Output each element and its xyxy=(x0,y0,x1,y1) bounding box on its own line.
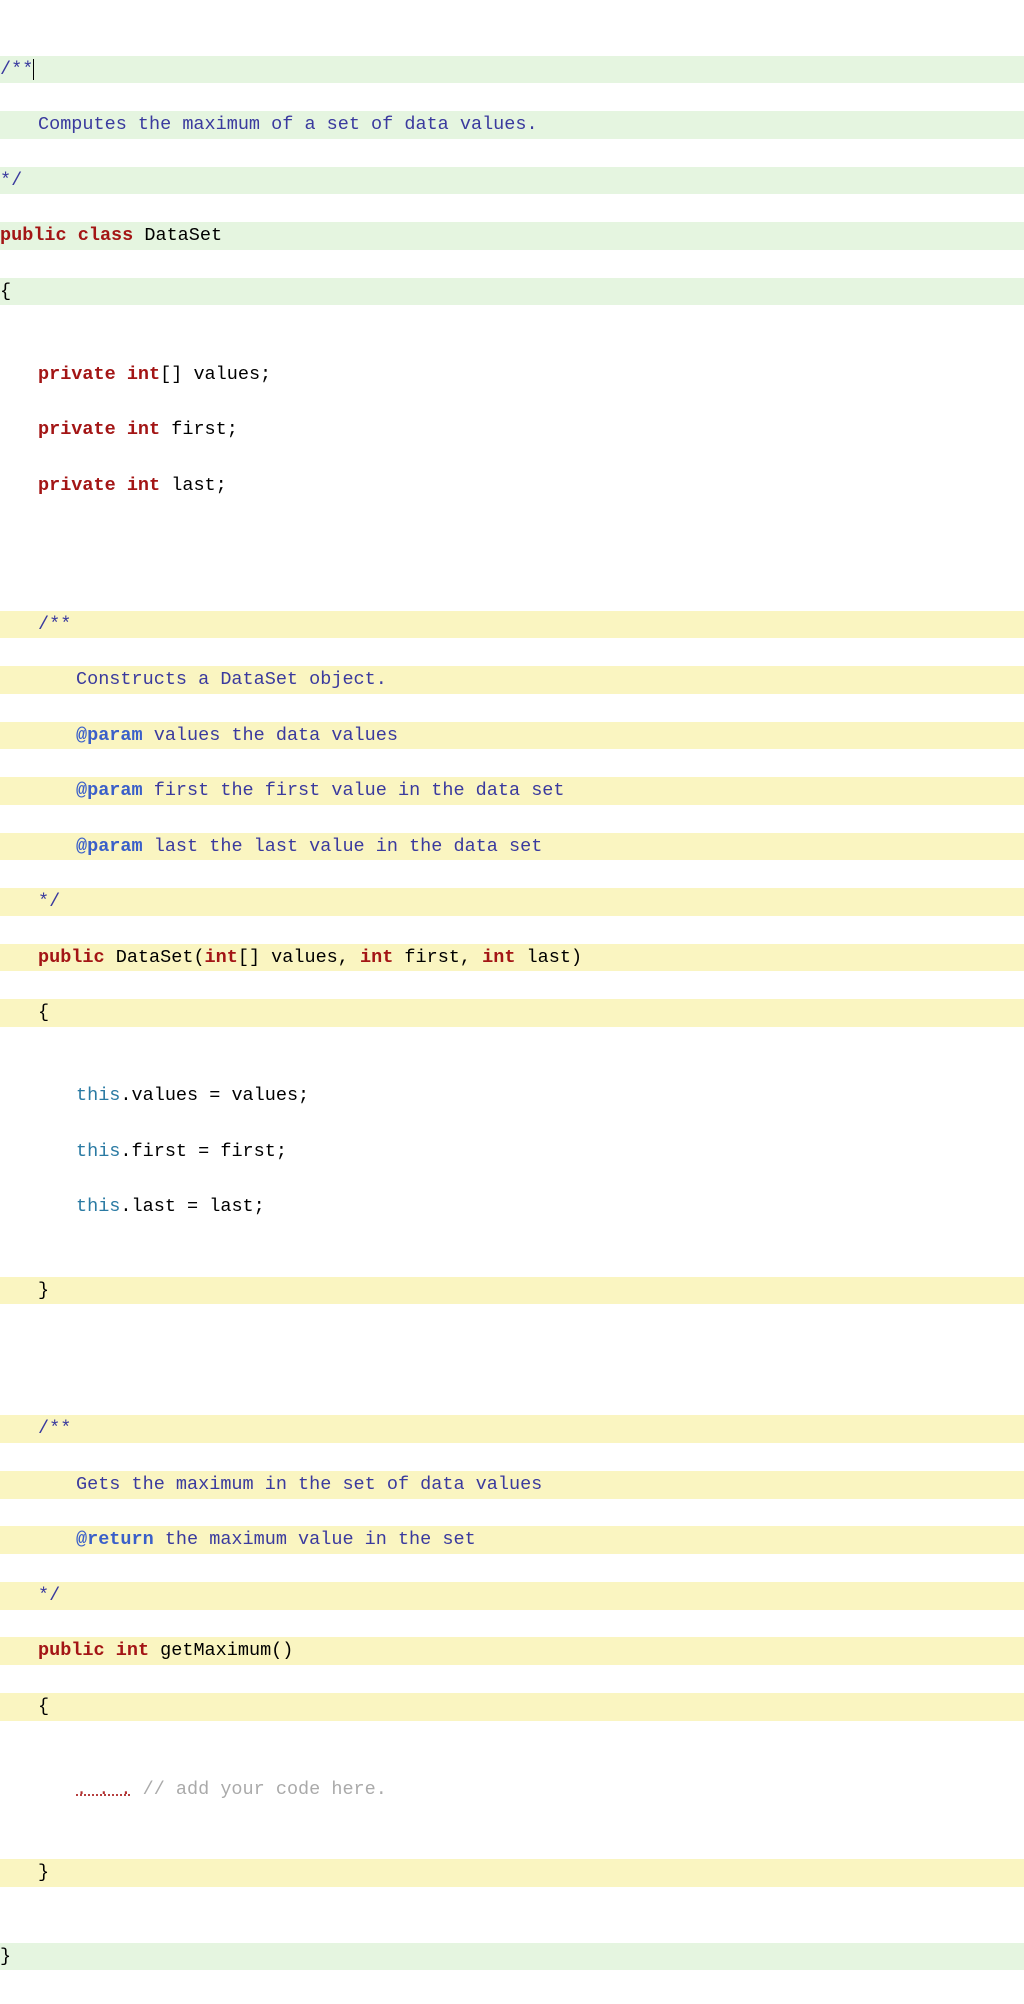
keyword-this: this xyxy=(76,1085,120,1106)
code-line: private int[] values; xyxy=(0,361,1024,389)
javadoc-text: values the data values xyxy=(143,725,398,746)
code-line: { xyxy=(0,1693,1024,1721)
javadoc-text: last the last value in the data set xyxy=(143,836,543,857)
code-line: public class DataSet xyxy=(0,222,1024,250)
javadoc-tag-return: @return xyxy=(76,1529,154,1550)
type-int: int xyxy=(127,419,160,440)
javadoc-tag-param: @param xyxy=(76,836,143,857)
brace-open: { xyxy=(38,1002,49,1023)
assignment: .values = values; xyxy=(120,1085,309,1106)
code-line: /** xyxy=(0,1415,1024,1443)
placeholder-comment: // add your code here. xyxy=(132,1779,387,1800)
code-line: /** xyxy=(0,611,1024,639)
text-cursor xyxy=(33,59,34,80)
placeholder-dots[interactable]: . . . xyxy=(76,1779,132,1800)
code-line: @return the maximum value in the set xyxy=(0,1526,1024,1554)
code-line: @param first the first value in the data… xyxy=(0,777,1024,805)
javadoc-close: */ xyxy=(0,170,22,191)
brace-close: } xyxy=(38,1862,49,1883)
javadoc-open: /** xyxy=(0,59,33,80)
javadoc-tag-param: @param xyxy=(76,780,143,801)
type-int: int xyxy=(116,1640,149,1661)
javadoc-text: the maximum value in the set xyxy=(154,1529,476,1550)
constructor-name: DataSet( xyxy=(105,947,205,968)
keyword-public: public xyxy=(38,1640,105,1661)
code-line: Computes the maximum of a set of data va… xyxy=(0,111,1024,139)
code-line: } xyxy=(0,1277,1024,1305)
blank-line xyxy=(0,527,1024,555)
type-int: int xyxy=(360,947,393,968)
method-name: getMaximum() xyxy=(149,1640,293,1661)
code-line: this.first = first; xyxy=(0,1138,1024,1166)
code-editor: /** Computes the maximum of a set of dat… xyxy=(0,0,1024,2004)
code-line: */ xyxy=(0,1582,1024,1610)
type-int: int xyxy=(127,364,160,385)
javadoc-text: Constructs a DataSet object. xyxy=(76,669,387,690)
javadoc-close: */ xyxy=(38,1585,60,1606)
field-decl: last; xyxy=(160,475,227,496)
brace-open: { xyxy=(0,281,11,302)
keyword-private: private xyxy=(38,419,116,440)
type-int: int xyxy=(205,947,238,968)
keyword-public: public xyxy=(38,947,105,968)
javadoc-text: Computes the maximum of a set of data va… xyxy=(38,114,538,135)
code-line: public DataSet(int[] values, int first, … xyxy=(0,944,1024,972)
code-line: this.last = last; xyxy=(0,1193,1024,1221)
type-int: int xyxy=(482,947,515,968)
javadoc-open: /** xyxy=(38,1418,71,1439)
javadoc-text: Gets the maximum in the set of data valu… xyxy=(76,1474,542,1495)
keyword-private: private xyxy=(38,364,116,385)
code-line: } xyxy=(0,1859,1024,1887)
brace-close: } xyxy=(38,1280,49,1301)
keyword-public: public xyxy=(0,225,67,246)
assignment: .last = last; xyxy=(120,1196,264,1217)
keyword-class: class xyxy=(78,225,134,246)
param: first, xyxy=(393,947,482,968)
code-line: . . . // add your code here. xyxy=(0,1776,1024,1804)
code-line: Constructs a DataSet object. xyxy=(0,666,1024,694)
param: [] values, xyxy=(238,947,360,968)
code-line: { xyxy=(0,278,1024,306)
code-line: /** xyxy=(0,56,1024,84)
javadoc-tag-param: @param xyxy=(76,725,143,746)
code-line: this.values = values; xyxy=(0,1082,1024,1110)
assignment: .first = first; xyxy=(120,1141,287,1162)
code-line: @param values the data values xyxy=(0,722,1024,750)
code-line: */ xyxy=(0,888,1024,916)
field-decl: [] values; xyxy=(160,364,271,385)
code-line: @param last the last value in the data s… xyxy=(0,833,1024,861)
code-line: public int getMaximum() xyxy=(0,1637,1024,1665)
keyword-this: this xyxy=(76,1141,120,1162)
class-name: DataSet xyxy=(144,225,222,246)
javadoc-open: /** xyxy=(38,614,71,635)
brace-open: { xyxy=(38,1696,49,1717)
code-line: Gets the maximum in the set of data valu… xyxy=(0,1471,1024,1499)
javadoc-close: */ xyxy=(38,891,60,912)
brace-close: } xyxy=(0,1946,11,1967)
code-line: } xyxy=(0,1943,1024,1971)
code-line: { xyxy=(0,999,1024,1027)
type-int: int xyxy=(127,475,160,496)
code-line: private int last; xyxy=(0,472,1024,500)
keyword-private: private xyxy=(38,475,116,496)
keyword-this: this xyxy=(76,1196,120,1217)
blank-line xyxy=(0,1332,1024,1360)
code-line: private int first; xyxy=(0,416,1024,444)
code-line: */ xyxy=(0,167,1024,195)
javadoc-text: first the first value in the data set xyxy=(143,780,565,801)
param: last) xyxy=(515,947,582,968)
field-decl: first; xyxy=(160,419,238,440)
